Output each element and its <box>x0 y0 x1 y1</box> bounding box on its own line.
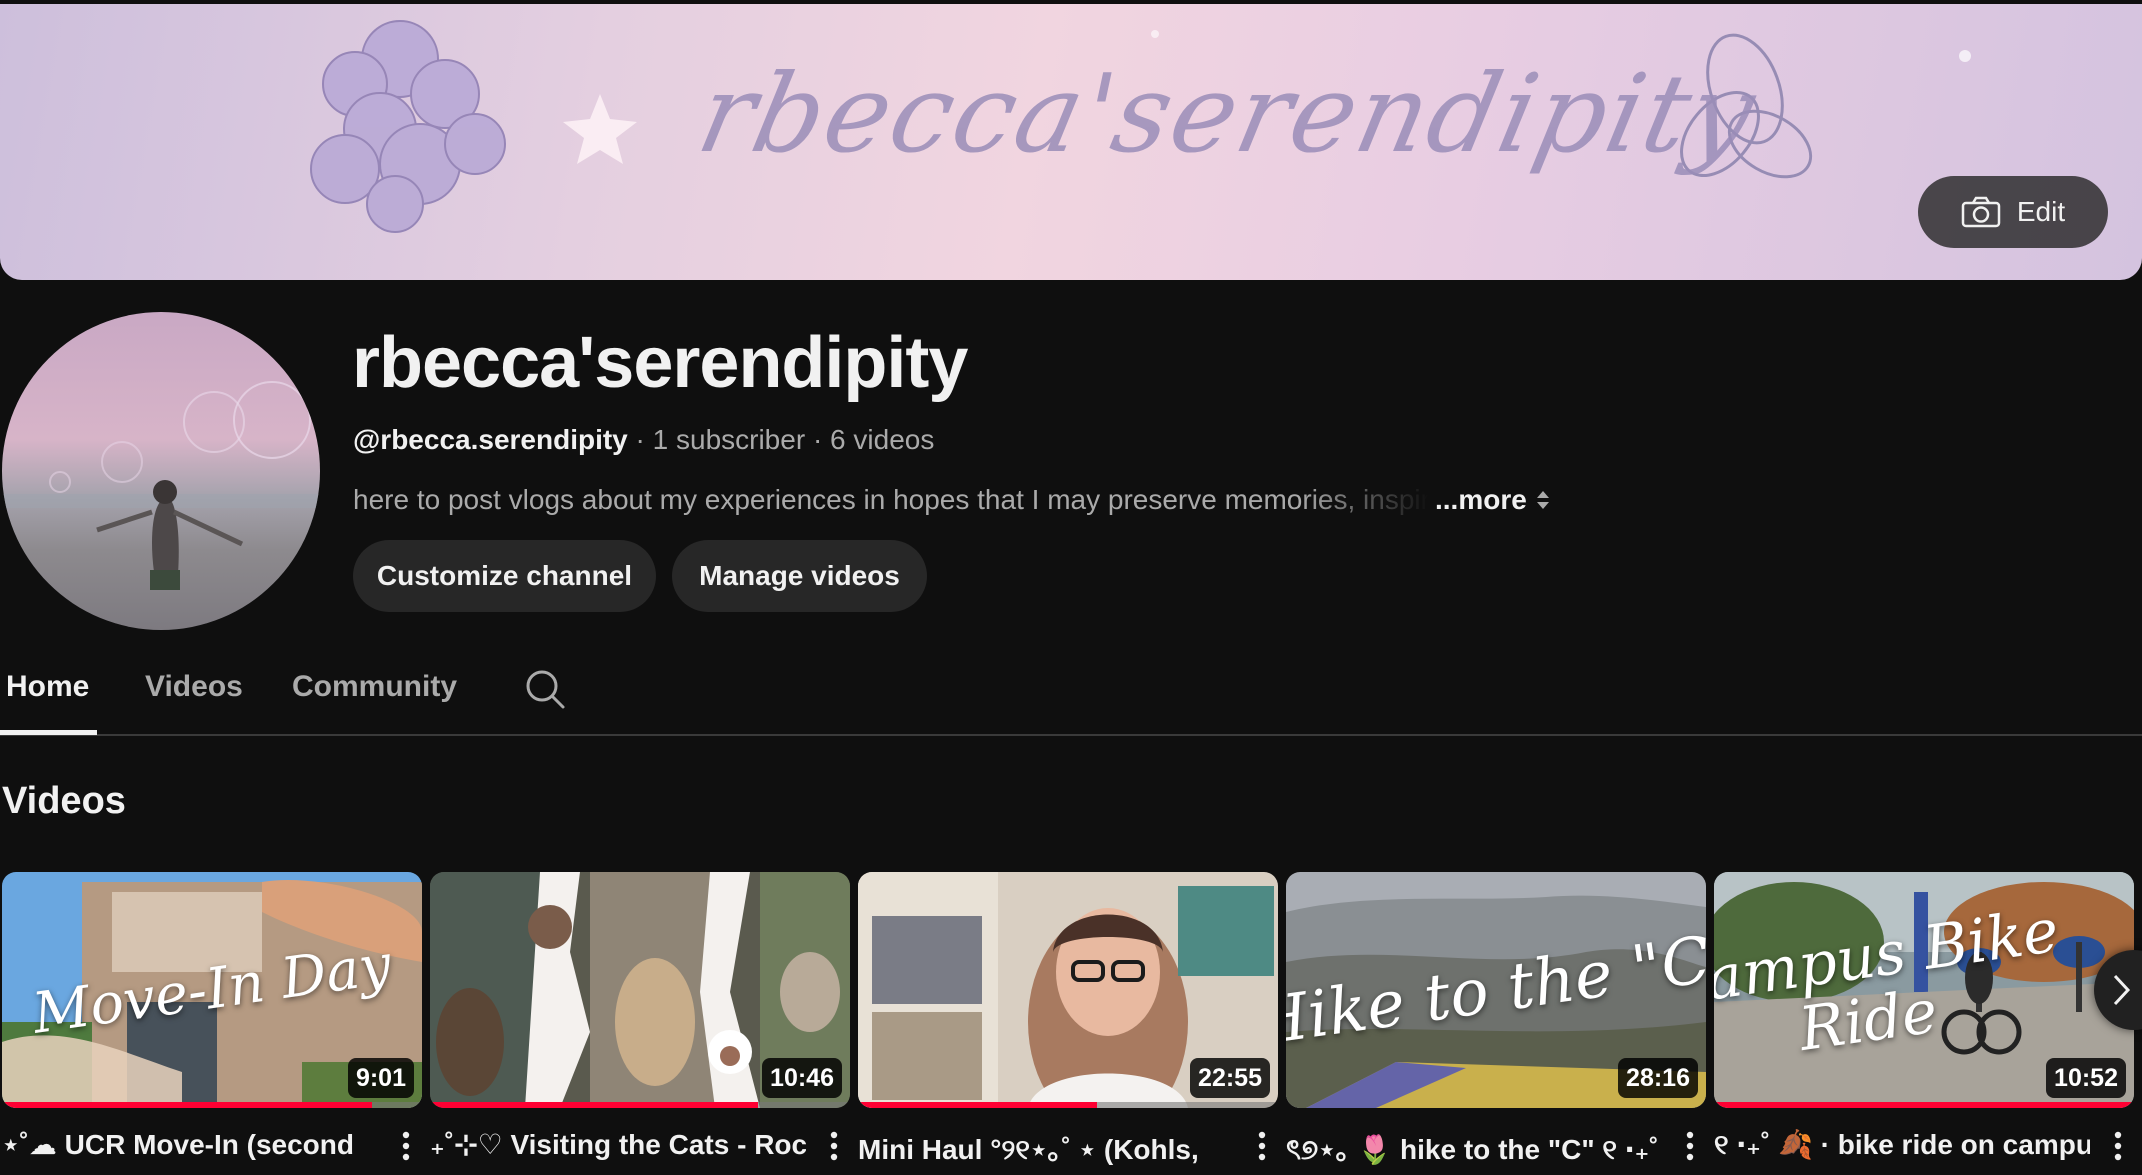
tab-videos[interactable]: Videos <box>145 670 243 704</box>
expand-icon <box>1536 491 1549 509</box>
subscriber-count: 1 subscriber <box>652 424 806 455</box>
banner-title: rbecca'serendipity <box>688 52 1767 177</box>
watch-progress <box>2 1102 422 1108</box>
video-title[interactable]: ⋆˚☁︎ UCR Move-In (second <box>2 1128 378 1161</box>
meta-separator: · <box>812 424 823 455</box>
active-tab-indicator <box>0 730 97 735</box>
edit-label: Edit <box>2016 196 2066 227</box>
video-thumbnail[interactable]: 10:46 <box>430 872 850 1108</box>
video-thumbnail[interactable]: Hike to the "C" 28:16 <box>1286 872 1706 1108</box>
more-options-icon[interactable] <box>1246 1126 1278 1166</box>
video-title[interactable]: ₊˚⊹♡ Visiting the Cats - Rocky <box>430 1128 806 1161</box>
tab-community[interactable]: Community <box>292 670 457 704</box>
meta-separator: · <box>635 424 645 455</box>
more-options-icon[interactable] <box>2102 1126 2134 1166</box>
more-link[interactable]: ...more <box>1435 484 1551 516</box>
camera-icon <box>1961 196 2001 228</box>
channel-name: rbecca'serendipity <box>352 323 968 403</box>
channel-handle: @rbecca.serendipity <box>353 424 628 455</box>
manage-videos-button[interactable]: Manage videos <box>672 540 927 612</box>
section-title: Videos <box>2 780 126 822</box>
more-options-icon[interactable] <box>1674 1126 1706 1166</box>
channel-avatar[interactable] <box>2 312 320 630</box>
description-text: here to post vlogs about my experiences … <box>353 484 1429 515</box>
video-thumbnail[interactable]: 22:55 <box>858 872 1278 1108</box>
video-duration: 10:46 <box>762 1058 842 1098</box>
watch-progress <box>858 1102 1278 1108</box>
video-duration: 10:52 <box>2046 1058 2126 1098</box>
tab-home[interactable]: Home <box>6 670 89 704</box>
avatar-image <box>2 381 320 590</box>
video-card[interactable]: Hike to the "C" 28:16 ৎ୭⋆｡ 🌷 hike to the… <box>1286 872 1706 1166</box>
video-duration: 22:55 <box>1190 1058 1270 1098</box>
watch-progress-fill <box>430 1102 758 1108</box>
watch-progress-fill <box>2 1102 372 1108</box>
video-title[interactable]: ୧ ‧₊˚ 🍂 · bike ride on campus <box>1714 1128 2090 1162</box>
watch-progress-fill <box>1714 1102 2134 1108</box>
edit-banner-button[interactable]: Edit <box>1918 176 2108 248</box>
video-duration: 28:16 <box>1618 1058 1698 1098</box>
more-options-icon[interactable] <box>390 1126 422 1166</box>
video-card[interactable]: 22:55 Mini Haul °୨୧⋆｡˚ ⋆ (Kohls, <box>858 872 1278 1166</box>
more-options-icon[interactable] <box>818 1126 850 1166</box>
video-card[interactable]: 10:46 ₊˚⊹♡ Visiting the Cats - Rocky <box>430 872 850 1166</box>
channel-tabs: Home Videos Community <box>0 648 2142 736</box>
video-count: 6 videos <box>830 424 935 455</box>
channel-meta: @rbecca.serendipity · 1 subscriber · 6 v… <box>353 424 934 456</box>
video-thumbnail[interactable]: Campus Bike Ride 10:52 <box>1714 872 2134 1108</box>
video-duration: 9:01 <box>347 1058 414 1098</box>
customize-channel-button[interactable]: Customize channel <box>353 540 656 612</box>
search-icon[interactable] <box>524 668 566 710</box>
video-title[interactable]: Mini Haul °୨୧⋆｡˚ ⋆ (Kohls, <box>858 1128 1234 1168</box>
video-thumbnail[interactable]: Move-In Day 9:01 <box>2 872 422 1108</box>
watch-progress <box>1714 1102 2134 1108</box>
more-label: ...more <box>1435 484 1527 515</box>
thumbnail-text: Campus Bike Ride <box>1714 895 2063 1065</box>
watch-progress <box>430 1102 850 1108</box>
video-title[interactable]: ৎ୭⋆｡ 🌷 hike to the "C" ୧ ‧₊˚ 🍄 <box>1286 1128 1662 1175</box>
channel-description[interactable]: here to post vlogs about my experiences … <box>353 484 1551 516</box>
watch-progress-fill <box>858 1102 1098 1108</box>
channel-banner: rbecca'serendipity Edit <box>0 4 2142 280</box>
video-card[interactable]: Move-In Day 9:01 ⋆˚☁︎ UCR Move-In (secon… <box>2 872 422 1166</box>
video-card[interactable]: Campus Bike Ride 10:52 ୧ ‧₊˚ 🍂 · bike ri… <box>1714 872 2134 1166</box>
chevron-right-icon <box>2113 974 2131 1006</box>
